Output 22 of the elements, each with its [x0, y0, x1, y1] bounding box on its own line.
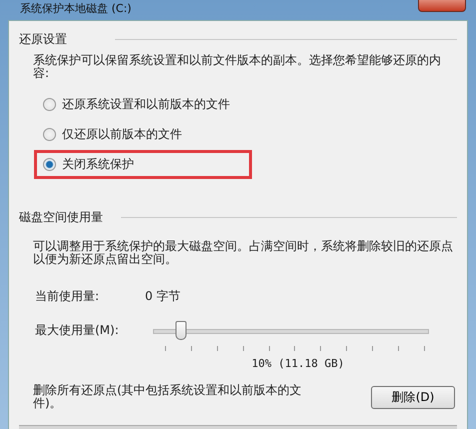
description-text: 系统保护可以保留系统设置和以前文件版本的副本。选择您希望能够还原的内容:: [33, 54, 442, 80]
slider-thumb[interactable]: [175, 321, 186, 340]
group-heading: 磁盘空间使用量: [19, 209, 103, 226]
description-text: 可以调整用于系统保护的最大磁盘空间。占满空间时，系统将删除较旧的还原点以便为新还原点留出空间。: [33, 240, 454, 266]
option-label[interactable]: 还原系统设置和以前版本的文件: [62, 96, 230, 113]
window-title: 系统保护本地磁盘 (C:): [20, 2, 132, 15]
radio-button[interactable]: [43, 128, 56, 141]
delete-description: 删除所有还原点(其中包括系统设置和以前版本的文件)。: [33, 384, 303, 410]
close-button[interactable]: [418, 0, 466, 12]
slider-track[interactable]: [153, 321, 429, 340]
group-heading: 还原设置: [19, 31, 67, 48]
radio-option[interactable]: 仅还原以前版本的文件: [34, 120, 252, 149]
usage-value: 0 字节: [145, 288, 180, 305]
radio-button[interactable]: [43, 98, 56, 111]
delete-button[interactable]: 删除(D): [371, 386, 455, 408]
usage-reading: 10% (11.18 GB): [250, 357, 346, 370]
field-label: 当前使用量:: [35, 288, 100, 305]
option-label[interactable]: 仅还原以前版本的文件: [62, 126, 182, 143]
field-label: 最大使用量(M):: [35, 322, 120, 339]
radio-option[interactable]: 还原系统设置和以前版本的文件: [34, 90, 252, 119]
radio-button[interactable]: [43, 158, 56, 171]
option-label[interactable]: 关闭系统保护: [62, 156, 134, 173]
